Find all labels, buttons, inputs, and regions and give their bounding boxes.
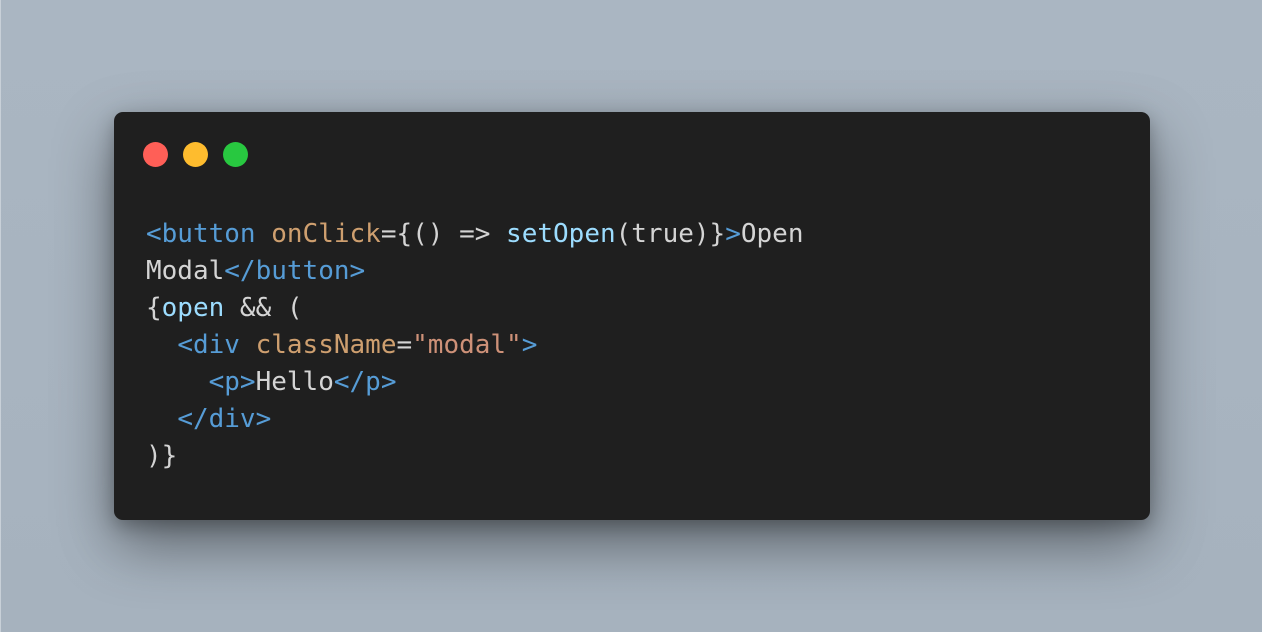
- code-token: setOpen: [506, 219, 616, 249]
- code-token: >: [725, 219, 741, 249]
- code-token: && (: [224, 293, 303, 323]
- code-token: <p>: [208, 367, 256, 397]
- code-token: (true)}: [615, 219, 726, 249]
- code-token: </div>: [177, 404, 272, 434]
- minimize-window-icon[interactable]: [183, 142, 208, 167]
- code-token: )}: [146, 441, 178, 471]
- code-window: <button onClick={() => setOpen(true)}>Op…: [114, 112, 1150, 520]
- code-block: <button onClick={() => setOpen(true)}>Op…: [146, 216, 803, 475]
- code-token: =: [396, 330, 413, 360]
- code-line: )}: [146, 438, 803, 475]
- code-token: Open: [740, 219, 804, 249]
- code-token: </button>: [224, 256, 366, 286]
- code-line: <button onClick={() => setOpen(true)}>Op…: [146, 216, 803, 253]
- code-token: <div: [177, 330, 240, 360]
- code-token: open: [161, 293, 225, 323]
- code-line: </div>: [146, 401, 803, 438]
- code-token: >: [521, 330, 538, 360]
- code-token: </p>: [333, 367, 397, 397]
- code-token: "modal": [412, 330, 522, 360]
- code-token: <button: [146, 219, 256, 249]
- maximize-window-icon[interactable]: [223, 142, 248, 167]
- code-token: ={() =>: [380, 219, 507, 249]
- code-token: {: [146, 293, 162, 323]
- code-line: Modal</button>: [146, 253, 803, 290]
- window-controls: [143, 142, 248, 167]
- code-line: <div className="modal">: [146, 327, 803, 364]
- code-token: onClick: [271, 219, 381, 249]
- code-line: <p>Hello</p>: [146, 364, 803, 401]
- close-window-icon[interactable]: [143, 142, 168, 167]
- background: <button onClick={() => setOpen(true)}>Op…: [0, 0, 1262, 632]
- code-token: Modal: [146, 256, 225, 286]
- code-line: {open && (: [146, 290, 803, 327]
- code-token: className: [255, 330, 397, 360]
- code-token: Hello: [255, 367, 334, 397]
